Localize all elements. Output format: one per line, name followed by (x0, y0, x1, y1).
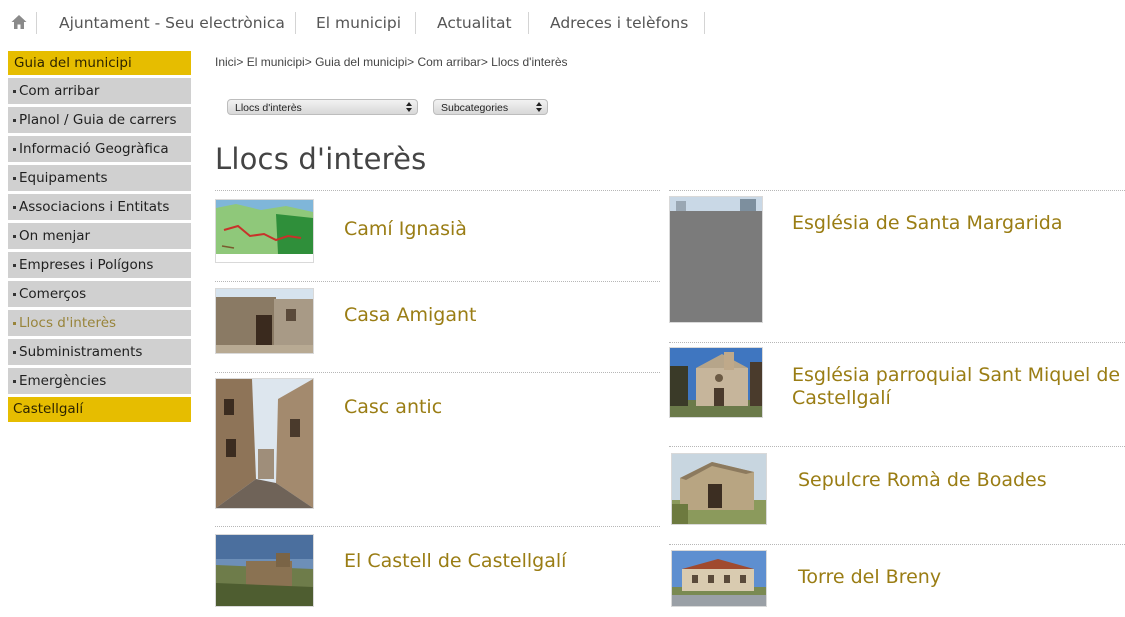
breadcrumb-current: Llocs d'interès (491, 55, 568, 69)
thumbnail-sepulcre-roma[interactable] (671, 453, 767, 525)
sidebar-footer-castellgali[interactable]: Castellgalí (8, 397, 191, 422)
place-title-castell-castellgali[interactable]: El Castell de Castellgalí (344, 550, 566, 573)
sidebar-item-planol[interactable]: Planol / Guia de carrers (8, 107, 191, 133)
sidebar-item-equipaments[interactable]: Equipaments (8, 165, 191, 191)
place-title-esglesia-santa-margarida[interactable]: Església de Santa Margarida (792, 212, 1062, 235)
breadcrumb-separator: > (407, 55, 418, 69)
sidebar-item-informacio-geografica[interactable]: Informació Geogràfica (8, 136, 191, 162)
sidebar-item-label: Com arribar (19, 83, 100, 99)
place-title-torre-breny[interactable]: Torre del Breny (798, 566, 941, 589)
sidebar-item-label: Emergències (19, 373, 107, 389)
breadcrumb: Inici> El municipi> Guia del municipi> C… (215, 55, 568, 69)
bullet-icon (13, 379, 16, 383)
breadcrumb-link-guia[interactable]: Guia del municipi (315, 55, 407, 69)
sidebar-item-label: Llocs d'interès (19, 315, 117, 331)
place-title-esglesia-sant-miquel[interactable]: Església parroquial Sant Miquel de Caste… (792, 364, 1122, 410)
thumbnail-castell-castellgali[interactable] (215, 534, 314, 607)
nav-link-actualitat[interactable]: Actualitat (437, 13, 512, 33)
sidebar-item-label: Equipaments (19, 170, 108, 186)
thumbnail-casa-amigant[interactable] (215, 288, 314, 354)
bullet-icon (13, 89, 16, 93)
sidebar-item-label: On menjar (19, 228, 91, 244)
place-title-sepulcre-roma[interactable]: Sepulcre Romà de Boades (798, 469, 1047, 492)
divider (215, 281, 660, 282)
place-title-cami-ignasia[interactable]: Camí Ignasià (344, 218, 467, 241)
bullet-icon (13, 176, 16, 180)
sidebar-item-label: Planol / Guia de carrers (19, 112, 177, 128)
divider (669, 544, 1125, 545)
sidebar-item-com-arribar[interactable]: Com arribar (8, 78, 191, 104)
breadcrumb-separator: > (480, 55, 492, 69)
nav-divider (528, 12, 529, 34)
sidebar-item-subministraments[interactable]: Subministraments (8, 339, 191, 365)
thumbnail-esglesia-santa-margarida[interactable] (669, 196, 763, 323)
sidebar: Guia del municipi Com arribar Planol / G… (8, 51, 191, 422)
home-icon[interactable] (10, 13, 28, 31)
sidebar-item-label: Associacions i Entitats (19, 199, 170, 215)
sidebar-item-label: Empreses i Polígons (19, 257, 154, 273)
sidebar-item-label: Subministraments (19, 344, 143, 360)
bullet-icon (13, 118, 16, 122)
thumbnail-esglesia-sant-miquel[interactable] (669, 347, 763, 418)
nav-link-adreces-telefons[interactable]: Adreces i telèfons (550, 13, 688, 33)
divider (669, 190, 1125, 191)
divider (669, 342, 1125, 343)
nav-divider (704, 12, 705, 34)
bullet-icon (13, 321, 16, 325)
sidebar-item-llocs-interes[interactable]: Llocs d'interès (8, 310, 191, 336)
place-title-casc-antic[interactable]: Casc antic (344, 396, 442, 419)
top-navigation: Ajuntament - Seu electrònica El municipi… (0, 0, 1125, 46)
sidebar-item-on-menjar[interactable]: On menjar (8, 223, 191, 249)
bullet-icon (13, 234, 16, 238)
bullet-icon (13, 263, 16, 267)
sidebar-item-associacions[interactable]: Associacions i Entitats (8, 194, 191, 220)
breadcrumb-separator: > (304, 55, 316, 69)
subcategory-select-value: Subcategories (441, 102, 509, 114)
bullet-icon (13, 350, 16, 354)
breadcrumb-separator: > (236, 55, 247, 69)
sidebar-item-comercos[interactable]: Comerços (8, 281, 191, 307)
breadcrumb-link-com-arribar[interactable]: Com arribar (417, 55, 480, 69)
thumbnail-cami-ignasia[interactable] (215, 199, 314, 263)
nav-divider (295, 12, 296, 34)
nav-link-seu-electronica[interactable]: Ajuntament - Seu electrònica (59, 13, 285, 33)
breadcrumb-link-el-municipi[interactable]: El municipi (247, 55, 305, 69)
sidebar-item-empreses[interactable]: Empreses i Polígons (8, 252, 191, 278)
select-arrows-icon (406, 102, 412, 112)
sidebar-header[interactable]: Guia del municipi (8, 51, 191, 75)
sidebar-item-emergencies[interactable]: Emergències (8, 368, 191, 394)
nav-divider (415, 12, 416, 34)
bullet-icon (13, 292, 16, 296)
page-title: Llocs d'interès (215, 142, 427, 176)
thumbnail-torre-breny[interactable] (671, 550, 767, 607)
nav-link-el-municipi[interactable]: El municipi (316, 13, 401, 33)
divider (215, 190, 660, 191)
divider (669, 446, 1125, 447)
breadcrumb-link-inici[interactable]: Inici (215, 55, 236, 69)
select-arrows-icon (536, 102, 542, 112)
bullet-icon (13, 147, 16, 151)
category-select[interactable]: Llocs d'interès (227, 99, 418, 115)
divider (215, 372, 660, 373)
divider (215, 526, 660, 527)
subcategory-select[interactable]: Subcategories (433, 99, 548, 115)
nav-divider (36, 12, 37, 34)
place-title-casa-amigant[interactable]: Casa Amigant (344, 304, 476, 327)
sidebar-item-label: Informació Geogràfica (19, 141, 169, 157)
thumbnail-casc-antic[interactable] (215, 378, 314, 509)
sidebar-item-label: Comerços (19, 286, 87, 302)
category-select-value: Llocs d'interès (235, 102, 302, 114)
bullet-icon (13, 205, 16, 209)
